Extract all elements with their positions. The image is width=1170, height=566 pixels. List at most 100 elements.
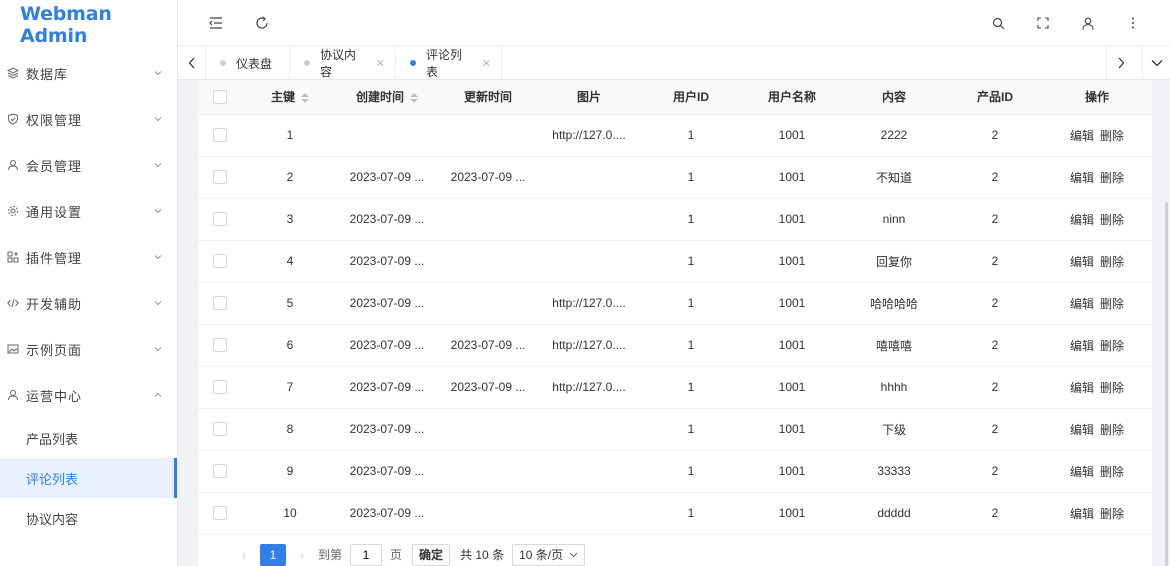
sidebar-item-database[interactable]: 数据库 — [0, 50, 177, 96]
row-checkbox[interactable] — [213, 464, 227, 479]
delete-button[interactable]: 删除 — [1100, 129, 1124, 143]
cell-image[interactable] — [540, 156, 638, 199]
cell-user-name: 1001 — [744, 282, 840, 325]
cell-actions: 编辑 删除 — [1042, 408, 1152, 451]
row-checkbox[interactable] — [213, 212, 227, 227]
delete-button[interactable]: 删除 — [1100, 171, 1124, 185]
edit-button[interactable]: 编辑 — [1070, 339, 1094, 353]
delete-button[interactable]: 删除 — [1100, 339, 1124, 353]
page-number-button[interactable]: 1 — [260, 543, 286, 566]
next-page-icon[interactable]: › — [292, 548, 312, 562]
cell-content: 嘻嘻嘻 — [840, 324, 948, 367]
edit-button[interactable]: 编辑 — [1070, 381, 1094, 395]
delete-button[interactable]: 删除 — [1100, 423, 1124, 437]
select-all-checkbox[interactable] — [213, 90, 227, 105]
cell-image[interactable] — [540, 240, 638, 283]
sidebar-subitem-agreements[interactable]: 协议内容 — [0, 498, 177, 538]
cell-user-id: 1 — [638, 240, 744, 283]
cell-image[interactable] — [540, 408, 638, 451]
tab-menu-chevron-down-icon[interactable] — [1142, 46, 1170, 80]
column-header-created[interactable]: 创建时间 — [338, 80, 436, 115]
chevron-down-icon — [153, 252, 163, 262]
tab-dashboard[interactable]: 仪表盘 — [206, 46, 290, 80]
edit-button[interactable]: 编辑 — [1070, 507, 1094, 521]
sort-icon[interactable] — [410, 93, 418, 104]
delete-button[interactable]: 删除 — [1100, 465, 1124, 479]
edit-button[interactable]: 编辑 — [1070, 297, 1094, 311]
tab-comments[interactable]: 评论列表 ✕ — [396, 46, 502, 80]
more-icon[interactable] — [1123, 13, 1143, 33]
user-icon[interactable] — [1078, 13, 1098, 33]
row-checkbox[interactable] — [213, 380, 227, 395]
cell-image[interactable]: http://127.0.... — [540, 282, 638, 325]
edit-button[interactable]: 编辑 — [1070, 465, 1094, 479]
cell-image[interactable]: http://127.0.... — [540, 114, 638, 157]
column-header-id[interactable]: 主键 — [242, 80, 338, 115]
sidebar-subitem-comments[interactable]: 评论列表 — [0, 458, 177, 498]
sidebar-subitem-products[interactable]: 产品列表 — [0, 418, 177, 458]
tab-agreements[interactable]: 协议内容 ✕ — [290, 46, 396, 80]
cell-actions: 编辑 删除 — [1042, 450, 1152, 493]
goto-label: 到第 — [318, 548, 343, 562]
tab-scroll-left-icon[interactable] — [178, 46, 206, 80]
delete-button[interactable]: 删除 — [1100, 213, 1124, 227]
close-icon[interactable]: ✕ — [376, 57, 385, 70]
sidebar-item-examples[interactable]: 示例页面 — [0, 326, 177, 372]
tab-status-dot — [410, 60, 416, 66]
goto-confirm-button[interactable]: 确定 — [412, 543, 451, 566]
cell-image[interactable] — [540, 492, 638, 535]
close-icon[interactable]: ✕ — [482, 57, 491, 70]
scrollbar[interactable] — [1162, 80, 1170, 566]
page-size-value: 10 条/页 — [519, 548, 564, 562]
row-checkbox[interactable] — [213, 338, 227, 353]
cell-id: 5 — [242, 282, 338, 325]
app-logo[interactable]: Webman Admin — [0, 0, 177, 50]
delete-button[interactable]: 删除 — [1100, 255, 1124, 269]
collapse-menu-icon[interactable] — [206, 13, 226, 33]
cell-user-id: 1 — [638, 366, 744, 409]
pagination: ‹ 1 › 到第 页 确定 共 10 条 10 条/页 — [234, 543, 586, 566]
goto-page-input[interactable] — [350, 543, 383, 566]
cell-image[interactable]: http://127.0.... — [540, 324, 638, 367]
edit-button[interactable]: 编辑 — [1070, 423, 1094, 437]
cell-image[interactable] — [540, 198, 638, 241]
fullscreen-icon[interactable] — [1033, 13, 1053, 33]
cell-content: hhhh — [840, 366, 948, 409]
cell-content: 下级 — [840, 408, 948, 451]
table-row: 10 2023-07-09 ... 1 1001 ddddd 2 编辑 删除 — [198, 492, 1152, 535]
sidebar-item-settings[interactable]: 通用设置 — [0, 188, 177, 234]
page-size-select[interactable]: 10 条/页 — [512, 543, 586, 566]
edit-button[interactable]: 编辑 — [1070, 213, 1094, 227]
delete-button[interactable]: 删除 — [1100, 297, 1124, 311]
edit-button[interactable]: 编辑 — [1070, 129, 1094, 143]
row-checkbox[interactable] — [213, 128, 227, 143]
sidebar-item-members[interactable]: 会员管理 — [0, 142, 177, 188]
edit-button[interactable]: 编辑 — [1070, 255, 1094, 269]
tab-scroll-right-icon[interactable] — [1106, 46, 1134, 80]
cell-id: 9 — [242, 450, 338, 493]
row-checkbox[interactable] — [213, 254, 227, 269]
sort-icon[interactable] — [301, 93, 309, 104]
row-checkbox[interactable] — [213, 506, 227, 521]
cell-image[interactable] — [540, 450, 638, 493]
scrollbar-thumb[interactable] — [1165, 202, 1168, 566]
sidebar-item-plugins[interactable]: 插件管理 — [0, 234, 177, 280]
sidebar-item-permissions[interactable]: 权限管理 — [0, 96, 177, 142]
sidebar-item-label: 插件管理 — [26, 250, 83, 266]
cell-image[interactable]: http://127.0.... — [540, 366, 638, 409]
row-checkbox[interactable] — [213, 422, 227, 437]
cell-product-id: 2 — [948, 408, 1042, 451]
cell-user-name: 1001 — [744, 492, 840, 535]
sidebar-item-operations[interactable]: 运营中心 — [0, 372, 177, 418]
chevron-down-icon — [153, 68, 163, 78]
delete-button[interactable]: 删除 — [1100, 507, 1124, 521]
row-checkbox[interactable] — [213, 296, 227, 311]
search-icon[interactable] — [988, 13, 1008, 33]
delete-button[interactable]: 删除 — [1100, 381, 1124, 395]
refresh-icon[interactable] — [252, 13, 272, 33]
column-header-content: 内容 — [840, 80, 948, 115]
sidebar-item-dev-tools[interactable]: 开发辅助 — [0, 280, 177, 326]
edit-button[interactable]: 编辑 — [1070, 171, 1094, 185]
prev-page-icon[interactable]: ‹ — [234, 548, 254, 562]
row-checkbox[interactable] — [213, 170, 227, 185]
